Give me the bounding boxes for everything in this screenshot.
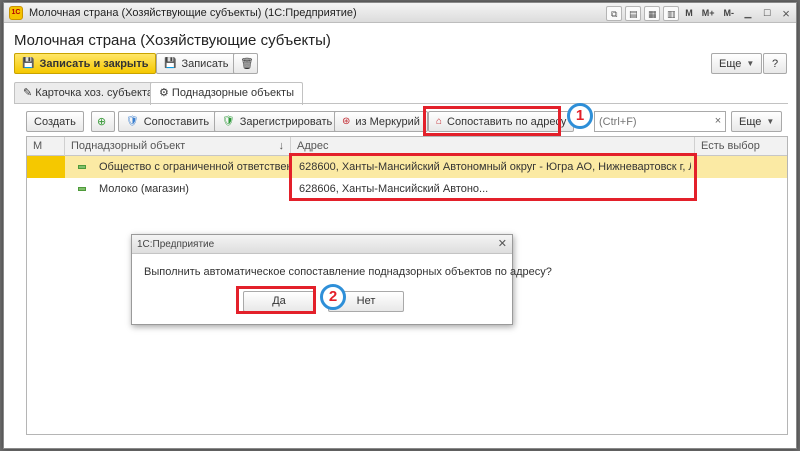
object-row-icon (78, 187, 86, 191)
help-button[interactable]: ? (763, 53, 787, 74)
highlight-address-cells (289, 153, 697, 201)
close-icon[interactable]: × (778, 6, 794, 21)
add-copy-icon: ⊕ (97, 116, 107, 128)
title-bar-tools: ⧉ ▤ ▦ ▥ M M+ M- ▁ ☐ × (606, 5, 794, 21)
add-copy-button[interactable]: ⊕ (91, 111, 115, 132)
search-input[interactable] (594, 111, 726, 132)
dialog-title: 1С:Предприятие (137, 239, 215, 250)
highlight-compare-by-address (423, 106, 561, 136)
objects-icon: ⚙ (159, 87, 172, 99)
window-title: Молочная страна (Хозяйствующие субъекты)… (29, 7, 357, 19)
save-label: Записать (181, 57, 229, 70)
compare-label: Сопоставить (143, 115, 210, 128)
column-header-has-choice[interactable]: Есть выбор (695, 137, 787, 156)
tab-entity-card[interactable]: ✎ Карточка хоз. субъекта (14, 82, 162, 104)
memory-m-plus-button[interactable]: M+ (699, 6, 718, 21)
help-label: ? (771, 57, 779, 70)
confirm-dialog: 1С:Предприятие ✕ Выполнить автоматическо… (131, 234, 552, 325)
object-row-icon (78, 165, 86, 169)
row-marker-cell (27, 178, 65, 200)
list-more-button[interactable]: Еще ▼ (731, 111, 783, 132)
compare-button[interactable]: 🛡 Сопоставить (118, 111, 218, 132)
create-label: Создать (34, 115, 76, 128)
save-and-close-button[interactable]: 💾 Записать и закрыть (14, 53, 157, 74)
minimize-icon[interactable]: ▁ (740, 6, 756, 21)
title-bar: 1C Молочная страна (Хозяйствующие субъек… (4, 3, 796, 23)
mercury-icon: ⊛ (342, 116, 351, 127)
step-badge-2: 2 (320, 284, 346, 310)
shield-icon: 🛡 (126, 116, 139, 127)
tab-label: Карточка хоз. субъекта (35, 87, 153, 99)
list-more-label: Еще (739, 115, 762, 128)
pencil-icon: ✎ (23, 87, 36, 99)
notes-icon[interactable]: ▥ (663, 5, 680, 21)
column-header-object[interactable]: Поднадзорный объект ↓ (65, 137, 291, 156)
create-button[interactable]: Создать (26, 111, 84, 132)
clear-search-icon[interactable]: × (711, 113, 725, 130)
memory-m-minus-button[interactable]: M- (721, 6, 738, 21)
shield-check-icon: 🛡 (222, 116, 235, 127)
calculator-icon[interactable]: ▦ (644, 5, 661, 21)
save-and-close-label: Записать и закрыть (39, 57, 149, 70)
dialog-message: Выполнить автоматическое сопоставление п… (144, 266, 552, 278)
app-logo-icon: 1C (9, 6, 23, 20)
from-mercury-button[interactable]: ⊛ из Меркурий (334, 111, 428, 132)
highlight-yes-button (236, 286, 316, 314)
register-label: Зарегистрировать (239, 115, 333, 128)
form-title: Молочная страна (Хозяйствующие субъекты) (14, 32, 331, 49)
calendar-icon[interactable]: ▤ (625, 5, 642, 21)
save-button[interactable]: 💾 Записать (156, 53, 237, 74)
memory-m-button[interactable]: M (682, 6, 696, 21)
tab-divider (14, 103, 788, 104)
dialog-close-icon[interactable]: ✕ (498, 235, 507, 254)
tab-label: Поднадзорные объекты (171, 87, 294, 99)
chevron-down-icon: ▼ (766, 117, 775, 126)
column-header-object-label: Поднадзорный объект (71, 140, 186, 152)
more-button[interactable]: Еще ▼ (711, 53, 763, 74)
object-cell: Молоко (магазин) (99, 183, 189, 195)
step-badge-1: 1 (567, 103, 593, 129)
from-mercury-label: из Меркурий (355, 115, 420, 128)
row-marker-cell (27, 156, 65, 178)
save-icon: 💾 (22, 58, 35, 69)
maximize-icon[interactable]: ☐ (759, 6, 775, 21)
link-icon[interactable]: ⧉ (606, 5, 623, 21)
column-header-m[interactable]: М (27, 137, 65, 156)
sort-arrow-down-icon: ↓ (278, 140, 285, 152)
register-button[interactable]: 🛡 Зарегистрировать (214, 111, 341, 132)
tab-supervised-objects[interactable]: ⚙ Поднадзорные объекты (150, 82, 303, 105)
save-icon: 💾 (164, 58, 177, 69)
object-cell: Общество с ограниченной ответствен... (99, 161, 289, 173)
more-label: Еще (719, 57, 742, 70)
delete-button[interactable]: 🗑 (233, 53, 258, 74)
trash-icon: 🗑 (240, 58, 254, 70)
main-window: 1C Молочная страна (Хозяйствующие субъек… (3, 2, 797, 449)
chevron-down-icon: ▼ (746, 59, 755, 68)
dialog-title-bar: 1С:Предприятие ✕ (132, 235, 512, 254)
